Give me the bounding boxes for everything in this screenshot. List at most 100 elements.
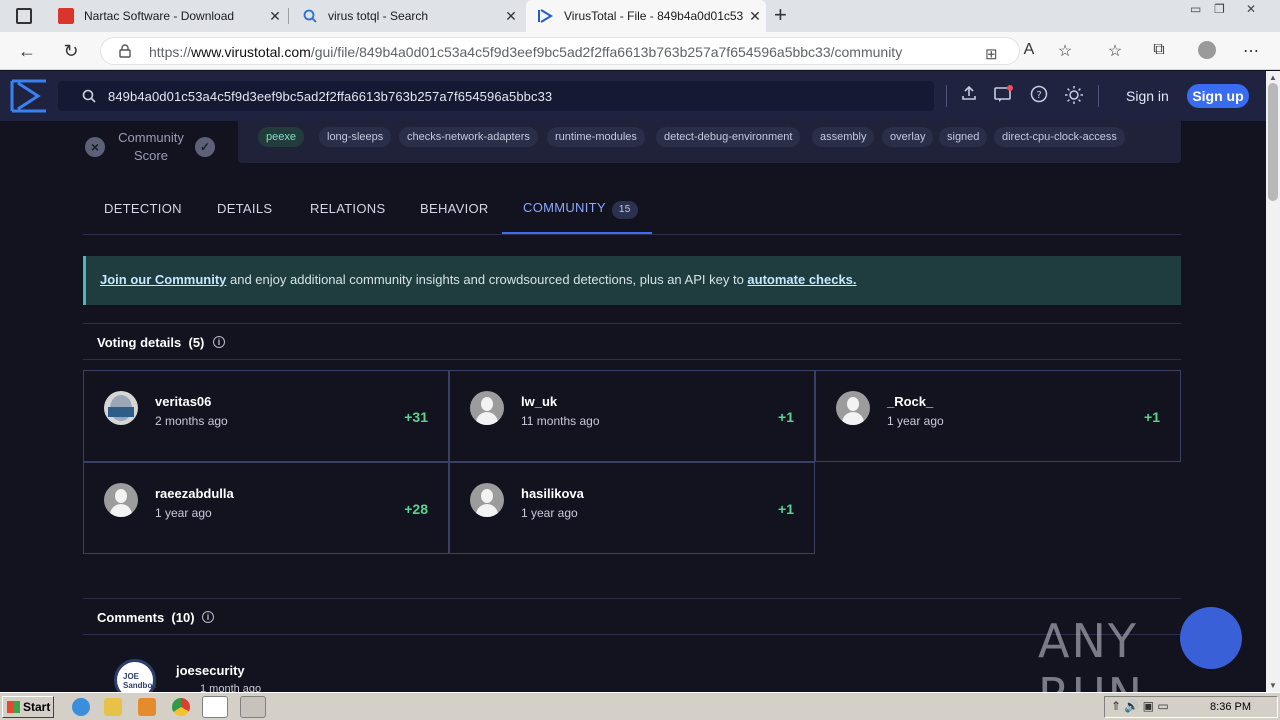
read-aloud-icon[interactable]: A [1018, 41, 1040, 61]
join-community-link[interactable]: Join our Community [100, 272, 226, 287]
start-button[interactable]: Start [2, 696, 54, 718]
tray-icons[interactable]: ⇑ 🔊 ▣ ▭ [1111, 699, 1169, 713]
help-icon[interactable]: ? [1028, 85, 1050, 107]
chat-notification-icon[interactable] [993, 85, 1015, 107]
section-title: Comments (10) [97, 610, 195, 625]
tag[interactable]: checks-network-adapters [399, 127, 538, 147]
active-tab-indicator [502, 232, 652, 234]
comments-header: Comments (10) i [83, 598, 1181, 635]
restore-icon[interactable]: ❐ [1214, 2, 1225, 16]
scroll-up-icon[interactable]: ▲ [1269, 73, 1277, 82]
info-icon[interactable]: i [202, 611, 214, 623]
minimize-icon[interactable]: ▭ [1190, 2, 1201, 16]
vote-malicious-icon[interactable]: × [85, 137, 105, 157]
avatar[interactable] [104, 483, 138, 517]
chrome-icon[interactable] [172, 698, 190, 716]
folder-icon[interactable] [104, 698, 122, 716]
tag[interactable]: signed [939, 127, 988, 147]
voting-details-header: Voting details (5) i [83, 323, 1181, 360]
tag[interactable]: long-sleeps [319, 127, 392, 147]
virustotal-logo-icon[interactable] [10, 79, 48, 113]
back-icon[interactable]: ← [14, 39, 40, 63]
system-tray: ⇑ 🔊 ▣ ▭ 8:36 PM [1104, 696, 1278, 718]
vote-score: +28 [404, 501, 428, 517]
tag[interactable]: assembly [812, 127, 875, 147]
tag[interactable]: runtime-modules [547, 127, 645, 147]
vote-card: lw_uk 11 months ago +1 [449, 370, 815, 462]
automate-checks-link[interactable]: automate checks. [747, 272, 856, 287]
anyrun-watermark: ANY RUN [1038, 607, 1248, 720]
vote-time: 2 months ago [155, 414, 228, 428]
media-player-icon[interactable] [138, 698, 156, 716]
close-tab-icon[interactable]: ✕ [264, 8, 286, 25]
vote-time: 1 year ago [521, 506, 578, 520]
edge-icon[interactable] [202, 696, 228, 718]
tab-actions-icon[interactable] [16, 8, 32, 24]
vote-harmless-icon[interactable]: ✓ [195, 137, 215, 157]
close-tab-icon[interactable]: ✕ [744, 8, 766, 25]
voter-name[interactable]: hasilikova [521, 486, 584, 501]
tab-detection[interactable]: DETECTION [104, 201, 182, 216]
tab-details[interactable]: DETAILS [217, 201, 272, 216]
avatar[interactable]: JOE Sandbox [114, 659, 157, 692]
url-field[interactable]: https://www.virustotal.com/gui/file/849b… [100, 37, 1020, 65]
avatar[interactable] [104, 391, 138, 425]
tab-community[interactable]: COMMUNITY 15 [523, 200, 638, 219]
vote-time: 1 year ago [155, 506, 212, 520]
profile-avatar[interactable] [1196, 41, 1218, 61]
windows-logo-icon [7, 701, 20, 713]
upload-icon[interactable] [958, 85, 980, 107]
banner-text: and enjoy additional community insights … [226, 272, 748, 287]
tab-nartac[interactable]: Nartac Software - Download ✕ [46, 0, 286, 32]
lock-icon [119, 44, 131, 58]
app-available-icon[interactable]: ⊞ [985, 45, 998, 63]
sign-in-link[interactable]: Sign in [1126, 88, 1169, 104]
search-icon [82, 89, 96, 103]
avatar-text: JOE Sandbox [123, 672, 157, 690]
page-scrollbar[interactable]: ▲ ▼ [1266, 71, 1280, 692]
avatar[interactable] [836, 391, 870, 425]
task-app-icon[interactable] [240, 696, 266, 718]
community-score-label: Community Score [118, 130, 184, 163]
tab-relations[interactable]: RELATIONS [310, 201, 385, 216]
voter-name[interactable]: _Rock_ [887, 394, 933, 409]
avatar[interactable] [470, 391, 504, 425]
tab-title: virus totql - Search [328, 9, 429, 23]
svg-text:?: ? [1036, 90, 1041, 101]
close-window-icon[interactable]: ✕ [1246, 2, 1256, 16]
tab-virustotal[interactable]: VirusTotal - File - 849b4a0d01c53 ✕ [526, 0, 766, 32]
commenter-name[interactable]: joesecurity [176, 663, 245, 678]
main-content: × Community Score ✓ peexe long-sleeps ch… [0, 121, 1266, 692]
tab-title: VirusTotal - File - 849b4a0d01c53 [564, 9, 744, 23]
settings-more-icon[interactable]: ⋯ [1240, 41, 1262, 61]
vote-score: +1 [1144, 409, 1160, 425]
avatar[interactable] [470, 483, 504, 517]
info-icon[interactable]: i [213, 336, 225, 348]
voter-name[interactable]: lw_uk [521, 394, 557, 409]
search-icon [302, 8, 318, 24]
search-input[interactable]: 849b4a0d01c53a4c5f9d3eef9bc5ad2f2ffa6613… [58, 81, 934, 111]
theme-toggle-icon[interactable] [1063, 85, 1085, 107]
close-tab-icon[interactable]: ✕ [500, 8, 522, 25]
favorites-icon[interactable]: ☆ [1104, 41, 1126, 61]
tag[interactable]: detect-debug-environment [656, 127, 801, 147]
nartac-favicon [58, 8, 74, 24]
tag[interactable]: direct-cpu-clock-access [994, 127, 1125, 147]
sign-up-button[interactable]: Sign up [1187, 84, 1249, 108]
tag[interactable]: overlay [882, 127, 934, 147]
tag[interactable]: peexe [258, 127, 304, 147]
tab-behavior[interactable]: BEHAVIOR [420, 201, 489, 216]
add-favorite-icon[interactable]: ☆ [1054, 41, 1076, 61]
file-tabs: DETECTION DETAILS RELATIONS BEHAVIOR COM… [83, 193, 1181, 235]
vote-time: 1 year ago [887, 414, 944, 428]
voter-name[interactable]: raeezabdulla [155, 486, 234, 501]
ie-icon[interactable] [72, 698, 90, 716]
collections-icon[interactable]: ⧉ [1148, 41, 1170, 61]
refresh-icon[interactable]: ↻ [58, 39, 84, 63]
scroll-down-icon[interactable]: ▼ [1269, 681, 1277, 690]
new-tab-button[interactable]: + [774, 4, 787, 26]
comment-time: 1 month ago [200, 683, 262, 692]
voter-name[interactable]: veritas06 [155, 394, 211, 409]
tab-search[interactable]: virus totql - Search ✕ [290, 0, 522, 32]
scroll-thumb[interactable] [1268, 83, 1278, 201]
